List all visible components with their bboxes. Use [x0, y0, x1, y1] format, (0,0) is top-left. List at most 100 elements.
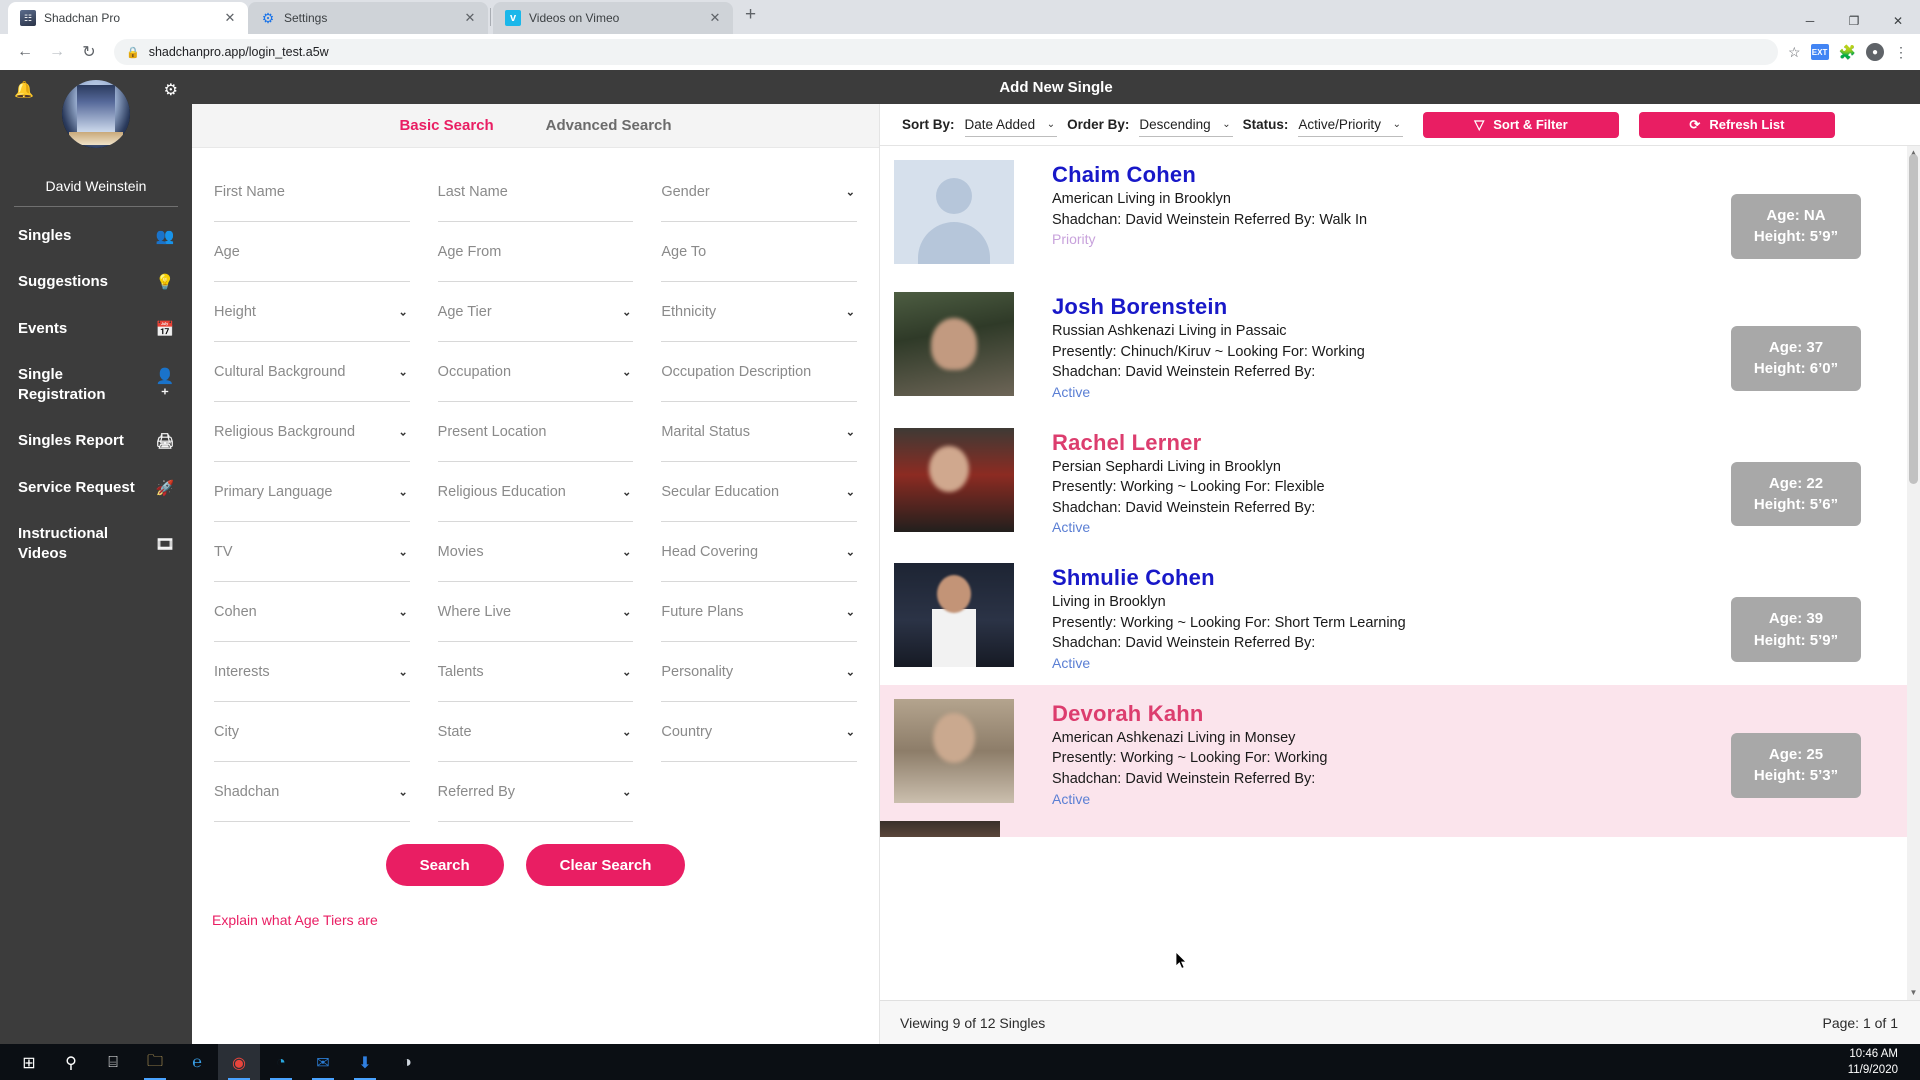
outlook-icon[interactable]: ✉ [302, 1044, 344, 1080]
search-select-referred-by[interactable]: Referred By⌄ [438, 762, 634, 822]
profile-photo[interactable] [894, 160, 1014, 264]
browser-tab-videos-on-vimeo[interactable]: v Videos on Vimeo ✕ [493, 2, 733, 34]
window-close-button[interactable]: ✕ [1876, 8, 1920, 34]
search-select-future-plans[interactable]: Future Plans⌄ [661, 582, 857, 642]
search-select-gender[interactable]: Gender⌄ [661, 162, 857, 222]
single-name[interactable]: Josh Borenstein [1052, 294, 1721, 320]
sidebar-item-suggestions[interactable]: Suggestions 💡 [0, 259, 192, 305]
search-select-tv[interactable]: TV⌄ [214, 522, 410, 582]
sidebar-item-service-request[interactable]: Service Request 🚀 [0, 465, 192, 511]
search-select-primary-language[interactable]: Primary Language⌄ [214, 462, 410, 522]
close-icon[interactable]: ✕ [462, 10, 478, 26]
browser-tab-settings[interactable]: ⚙ Settings ✕ [248, 2, 488, 34]
sidebar-item-singles-report[interactable]: Singles Report 🖨 [0, 418, 192, 464]
forward-icon[interactable]: → [42, 43, 72, 61]
table-row[interactable] [880, 821, 1907, 837]
search-input-city[interactable]: City [214, 702, 410, 762]
reload-icon[interactable]: ↻ [74, 42, 104, 62]
search-select-religious-education[interactable]: Religious Education⌄ [438, 462, 634, 522]
new-tab-button[interactable]: + [733, 4, 768, 30]
sidebar-item-instructional-videos[interactable]: Instructional Videos 🎞 [0, 511, 192, 578]
browser-menu-icon[interactable]: ⋮ [1894, 44, 1908, 61]
sort-by-select[interactable]: Date Added ⌄ [965, 113, 1058, 137]
explain-age-tiers-link[interactable]: Explain what Age Tiers are [200, 886, 871, 928]
search-select-state[interactable]: State⌄ [438, 702, 634, 762]
profile-photo[interactable] [880, 821, 1000, 837]
search-input-first-name[interactable]: First Name [214, 162, 410, 222]
profile-photo[interactable] [894, 699, 1014, 803]
search-select-cohen[interactable]: Cohen⌄ [214, 582, 410, 642]
table-row[interactable]: Shmulie Cohen Living in Brooklyn Present… [880, 549, 1907, 685]
search-select-shadchan[interactable]: Shadchan⌄ [214, 762, 410, 822]
extensions-puzzle-icon[interactable]: 🧩 [1839, 44, 1856, 61]
search-select-marital-status[interactable]: Marital Status⌄ [661, 402, 857, 462]
order-by-select[interactable]: Descending ⌄ [1139, 113, 1232, 137]
search-select-where-live[interactable]: Where Live⌄ [438, 582, 634, 642]
back-icon[interactable]: ← [10, 43, 40, 61]
scroll-down-arrow-icon[interactable]: ▼ [1907, 986, 1920, 1000]
search-select-personality[interactable]: Personality⌄ [661, 642, 857, 702]
status-select[interactable]: Active/Priority ⌄ [1298, 113, 1403, 137]
sidebar-item-single-registration[interactable]: Single Registration 👤⁺ [0, 352, 192, 419]
start-button[interactable]: ⊞ [8, 1044, 50, 1080]
close-icon[interactable]: ✕ [707, 10, 723, 26]
table-row[interactable]: Chaim Cohen American Living in Brooklyn … [880, 146, 1907, 278]
settings-gear-icon[interactable]: ⚙ [164, 80, 178, 100]
search-select-movies[interactable]: Movies⌄ [438, 522, 634, 582]
bookmark-star-icon[interactable]: ☆ [1788, 44, 1801, 61]
search-select-head-covering[interactable]: Head Covering⌄ [661, 522, 857, 582]
refresh-list-button[interactable]: ⟳ Refresh List [1639, 112, 1835, 138]
tab-advanced-search[interactable]: Advanced Search [546, 117, 672, 134]
search-input-age-to[interactable]: Age To [661, 222, 857, 282]
search-input-last-name[interactable]: Last Name [438, 162, 634, 222]
edge-legacy-icon[interactable]: ℮ [176, 1044, 218, 1080]
profile-avatar-icon[interactable]: ● [1866, 43, 1884, 61]
maximize-button[interactable]: ❐ [1832, 8, 1876, 34]
single-name[interactable]: Chaim Cohen [1052, 162, 1721, 188]
search-select-cultural-background[interactable]: Cultural Background⌄ [214, 342, 410, 402]
table-row[interactable]: Josh Borenstein Russian Ashkenazi Living… [880, 278, 1907, 414]
profile-photo[interactable] [894, 428, 1014, 532]
search-icon[interactable]: ⚲ [50, 1044, 92, 1080]
notifications-bell-icon[interactable]: 🔔 [14, 80, 34, 100]
file-explorer-icon[interactable]: 🗀 [134, 1044, 176, 1080]
close-icon[interactable]: ✕ [222, 10, 238, 26]
browser-tab-shadchan-pro[interactable]: ☷ Shadchan Pro ✕ [8, 2, 248, 34]
tab-basic-search[interactable]: Basic Search [399, 117, 493, 134]
single-name[interactable]: Rachel Lerner [1052, 430, 1721, 456]
search-input-age[interactable]: Age [214, 222, 410, 282]
single-name[interactable]: Devorah Kahn [1052, 701, 1721, 727]
search-select-interests[interactable]: Interests⌄ [214, 642, 410, 702]
edge-icon[interactable]: ◔ [260, 1044, 302, 1080]
taskbar-clock[interactable]: 10:46 AM 11/9/2020 [1848, 1047, 1912, 1078]
profile-photo[interactable] [894, 563, 1014, 667]
extension-badge-icon[interactable]: EXT [1811, 44, 1829, 60]
search-input-age-from[interactable]: Age From [438, 222, 634, 282]
sidebar-item-singles[interactable]: Singles 👥 [0, 213, 192, 259]
search-select-age-tier[interactable]: Age Tier⌄ [438, 282, 634, 342]
avatar[interactable] [62, 80, 130, 148]
search-select-occupation[interactable]: Occupation⌄ [438, 342, 634, 402]
table-row[interactable]: Rachel Lerner Persian Sephardi Living in… [880, 414, 1907, 550]
search-input-occupation-description[interactable]: Occupation Description [661, 342, 857, 402]
results-scrollbar[interactable]: ▲ ▼ [1907, 146, 1920, 1000]
profile-photo[interactable] [894, 292, 1014, 396]
search-select-height[interactable]: Height⌄ [214, 282, 410, 342]
clock-app-icon[interactable]: ◑ [386, 1044, 428, 1080]
search-select-country[interactable]: Country⌄ [661, 702, 857, 762]
search-input-present-location[interactable]: Present Location [438, 402, 634, 462]
task-view-icon[interactable]: ⌸ [92, 1044, 134, 1080]
clear-search-button[interactable]: Clear Search [526, 844, 686, 886]
search-select-talents[interactable]: Talents⌄ [438, 642, 634, 702]
search-select-religious-background[interactable]: Religious Background⌄ [214, 402, 410, 462]
scrollbar-thumb[interactable] [1909, 154, 1918, 484]
sort-and-filter-button[interactable]: ▽ Sort & Filter [1423, 112, 1619, 138]
minimize-button[interactable]: ─ [1788, 8, 1832, 34]
search-select-ethnicity[interactable]: Ethnicity⌄ [661, 282, 857, 342]
table-row[interactable]: Devorah Kahn American Ashkenazi Living i… [880, 685, 1907, 821]
url-bar[interactable]: 🔒 shadchanpro.app/login_test.a5w [114, 39, 1778, 65]
downloads-icon[interactable]: ⬇ [344, 1044, 386, 1080]
sidebar-item-events[interactable]: Events 📅 [0, 306, 192, 352]
search-button[interactable]: Search [386, 844, 504, 886]
chrome-icon[interactable]: ◉ [218, 1044, 260, 1080]
